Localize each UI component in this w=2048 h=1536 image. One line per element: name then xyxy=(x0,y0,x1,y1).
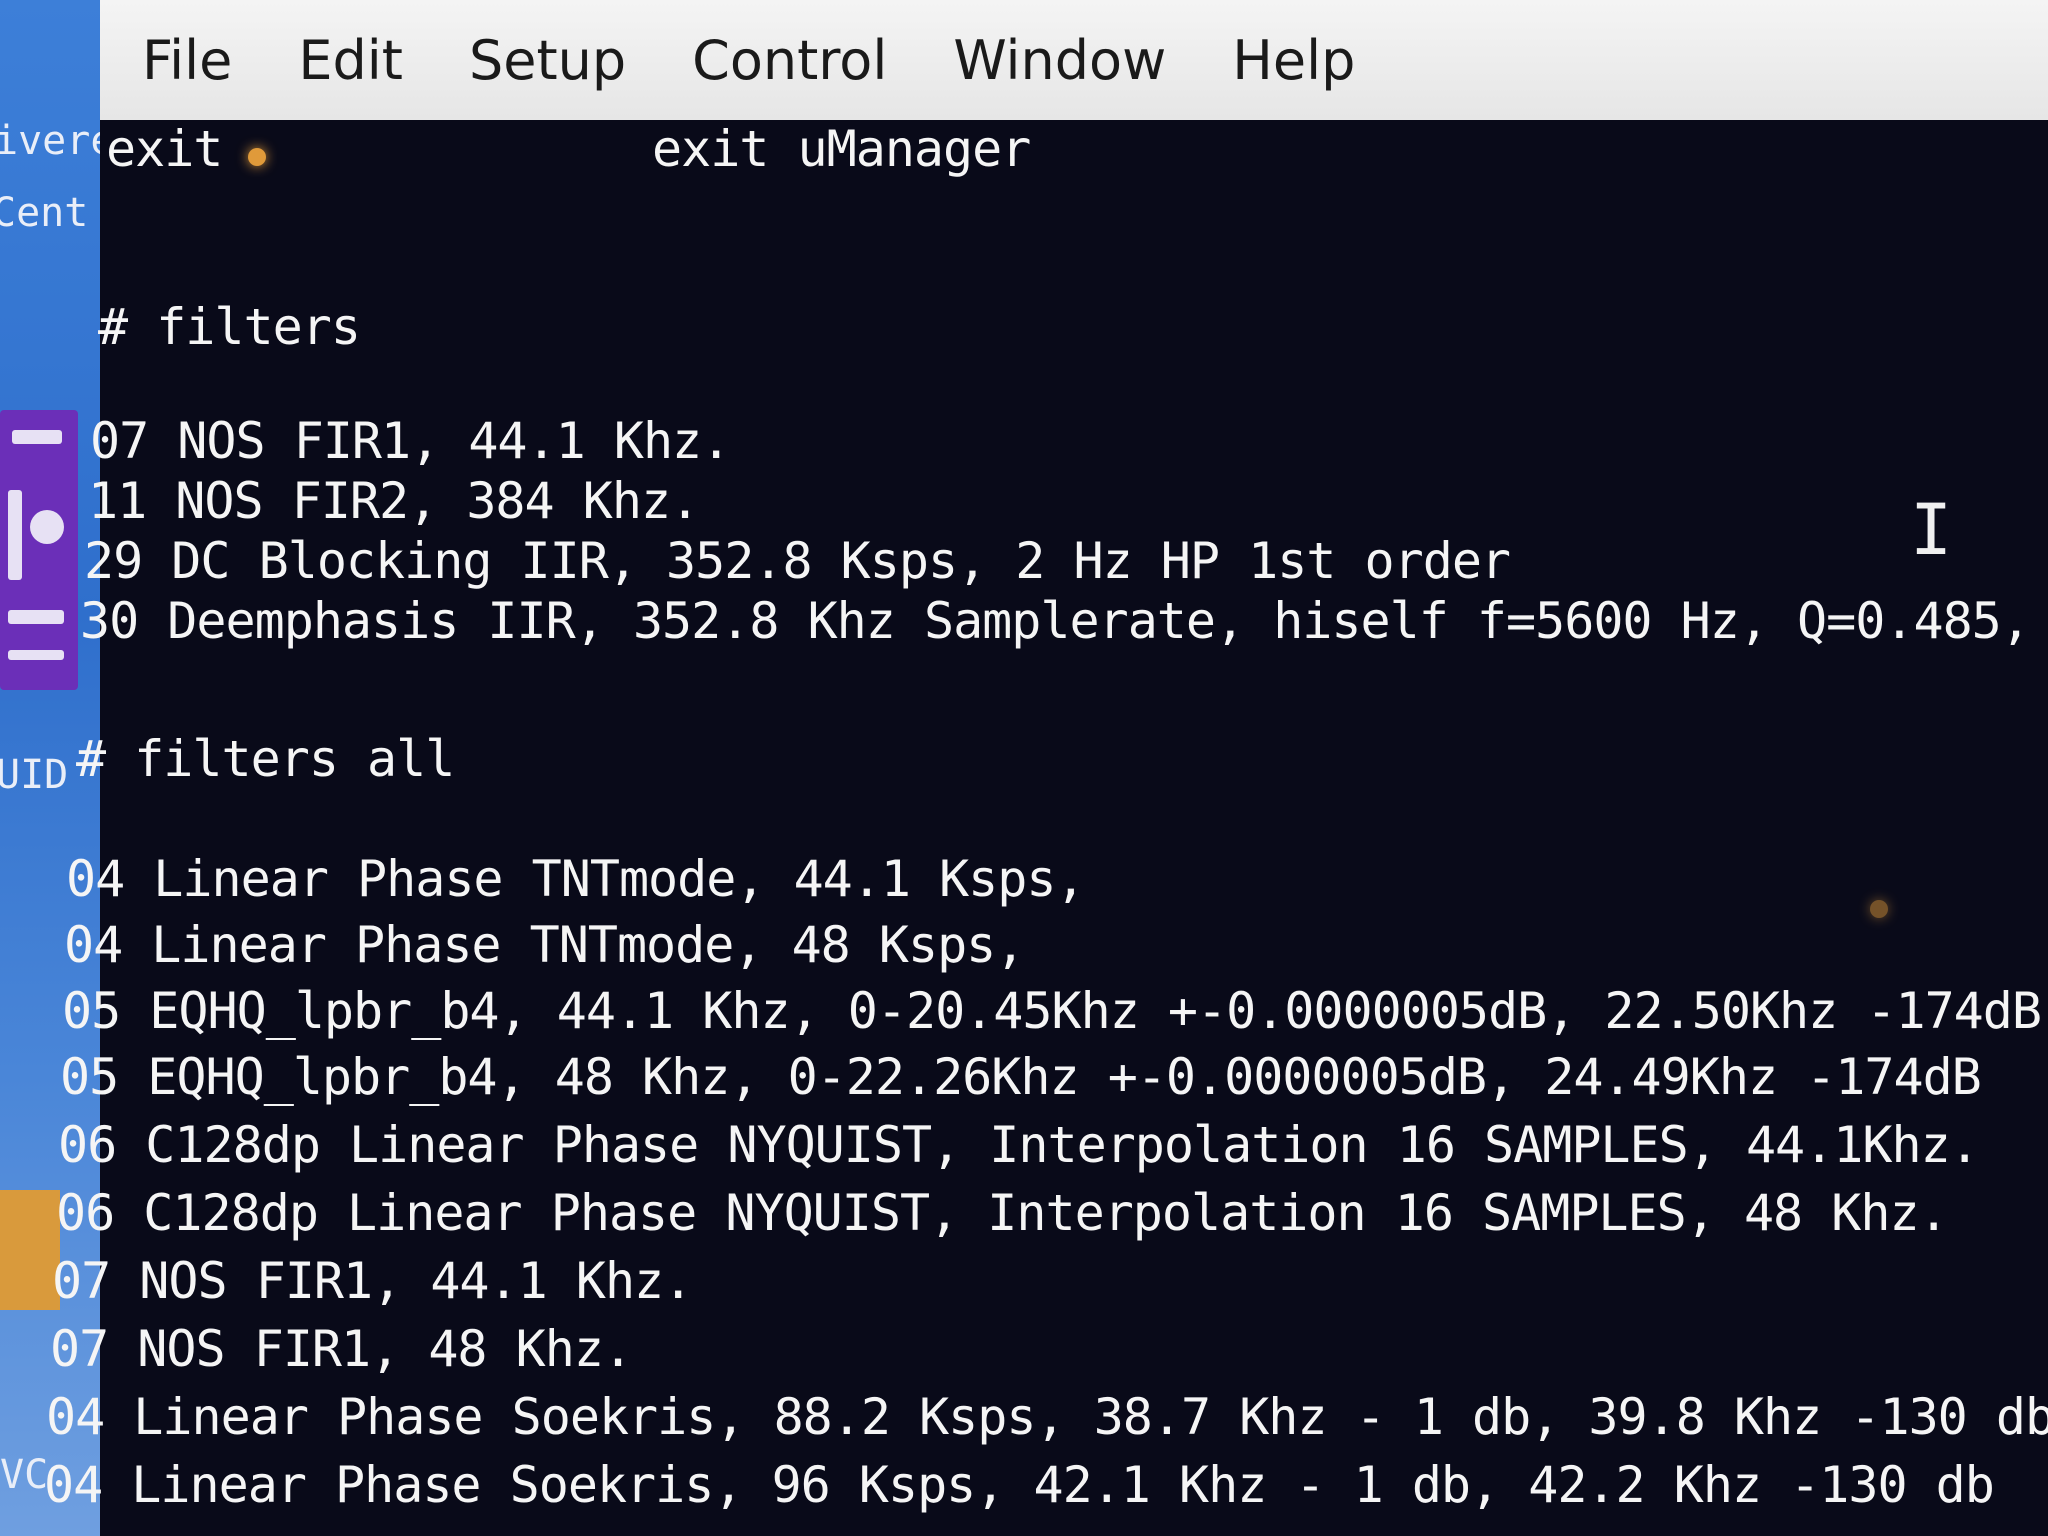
terminal-line: 11 NOS FIR2, 384 Khz. xyxy=(88,472,700,530)
terminal-line: 30 Deemphasis IIR, 352.8 Khz Samplerate,… xyxy=(80,592,2048,650)
menu-help[interactable]: Help xyxy=(1220,29,1367,92)
desktop-label: Cent xyxy=(0,190,89,236)
terminal-line: 07 NOS FIR1, 44.1 Khz. xyxy=(90,412,731,470)
terminal-line: 04 Linear Phase Soekris, 96 Ksps, 42.1 K… xyxy=(44,1456,1995,1514)
menu-edit[interactable]: Edit xyxy=(286,29,415,92)
desktop-label: UID xyxy=(0,752,69,798)
text-cursor-icon: I xyxy=(1910,489,1953,571)
terminal-line: 05 EQHQ_lpbr_b4, 44.1 Khz, 0-20.45Khz +-… xyxy=(62,982,2042,1040)
terminal-line: 04 Linear Phase Soekris, 88.2 Ksps, 38.7… xyxy=(46,1388,2048,1446)
terminal-command: exit xyxy=(106,120,223,178)
section-heading-filters: # filters xyxy=(98,298,361,356)
app-shortcut-icon[interactable] xyxy=(0,410,78,690)
menu-bar: File Edit Setup Control Window Help xyxy=(100,0,2048,120)
screen: iverexit Cent UID VC File Edit Setup Con… xyxy=(0,0,2048,1536)
terminal-line: 07 NOS FIR1, 48 Khz. xyxy=(50,1320,633,1378)
menu-window[interactable]: Window xyxy=(941,29,1178,92)
terminal-window: File Edit Setup Control Window Help exit… xyxy=(44,0,2048,1536)
reflection-glare xyxy=(1870,900,1888,918)
desktop-label: VC xyxy=(0,1452,49,1498)
status-dot xyxy=(248,148,266,166)
terminal-line: 04 Linear Phase TNTmode, 48 Ksps, xyxy=(64,916,1025,974)
menu-setup[interactable]: Setup xyxy=(457,29,638,92)
terminal-line: 05 EQHQ_lpbr_b4, 48 Khz, 0-22.26Khz +-0.… xyxy=(60,1048,1982,1106)
section-heading-filters-all: # filters all xyxy=(76,730,455,788)
terminal-line: 29 DC Blocking IIR, 352.8 Ksps, 2 Hz HP … xyxy=(84,532,1511,590)
menu-file[interactable]: File xyxy=(130,29,244,92)
terminal-line: 06 C128dp Linear Phase NYQUIST, Interpol… xyxy=(56,1184,1949,1242)
terminal-header-text: exit uManager xyxy=(652,120,1031,178)
terminal-line: 06 C128dp Linear Phase NYQUIST, Interpol… xyxy=(58,1116,1980,1174)
folder-icon[interactable] xyxy=(0,1190,60,1310)
menu-control[interactable]: Control xyxy=(680,29,899,92)
terminal-line: 07 NOS FIR1, 44.1 Khz. xyxy=(52,1252,693,1310)
terminal-line: 04 Linear Phase TNTmode, 44.1 Ksps, xyxy=(66,850,1086,908)
terminal-output[interactable]: exit exit uManager # filters 07 NOS FIR1… xyxy=(44,120,2048,1536)
